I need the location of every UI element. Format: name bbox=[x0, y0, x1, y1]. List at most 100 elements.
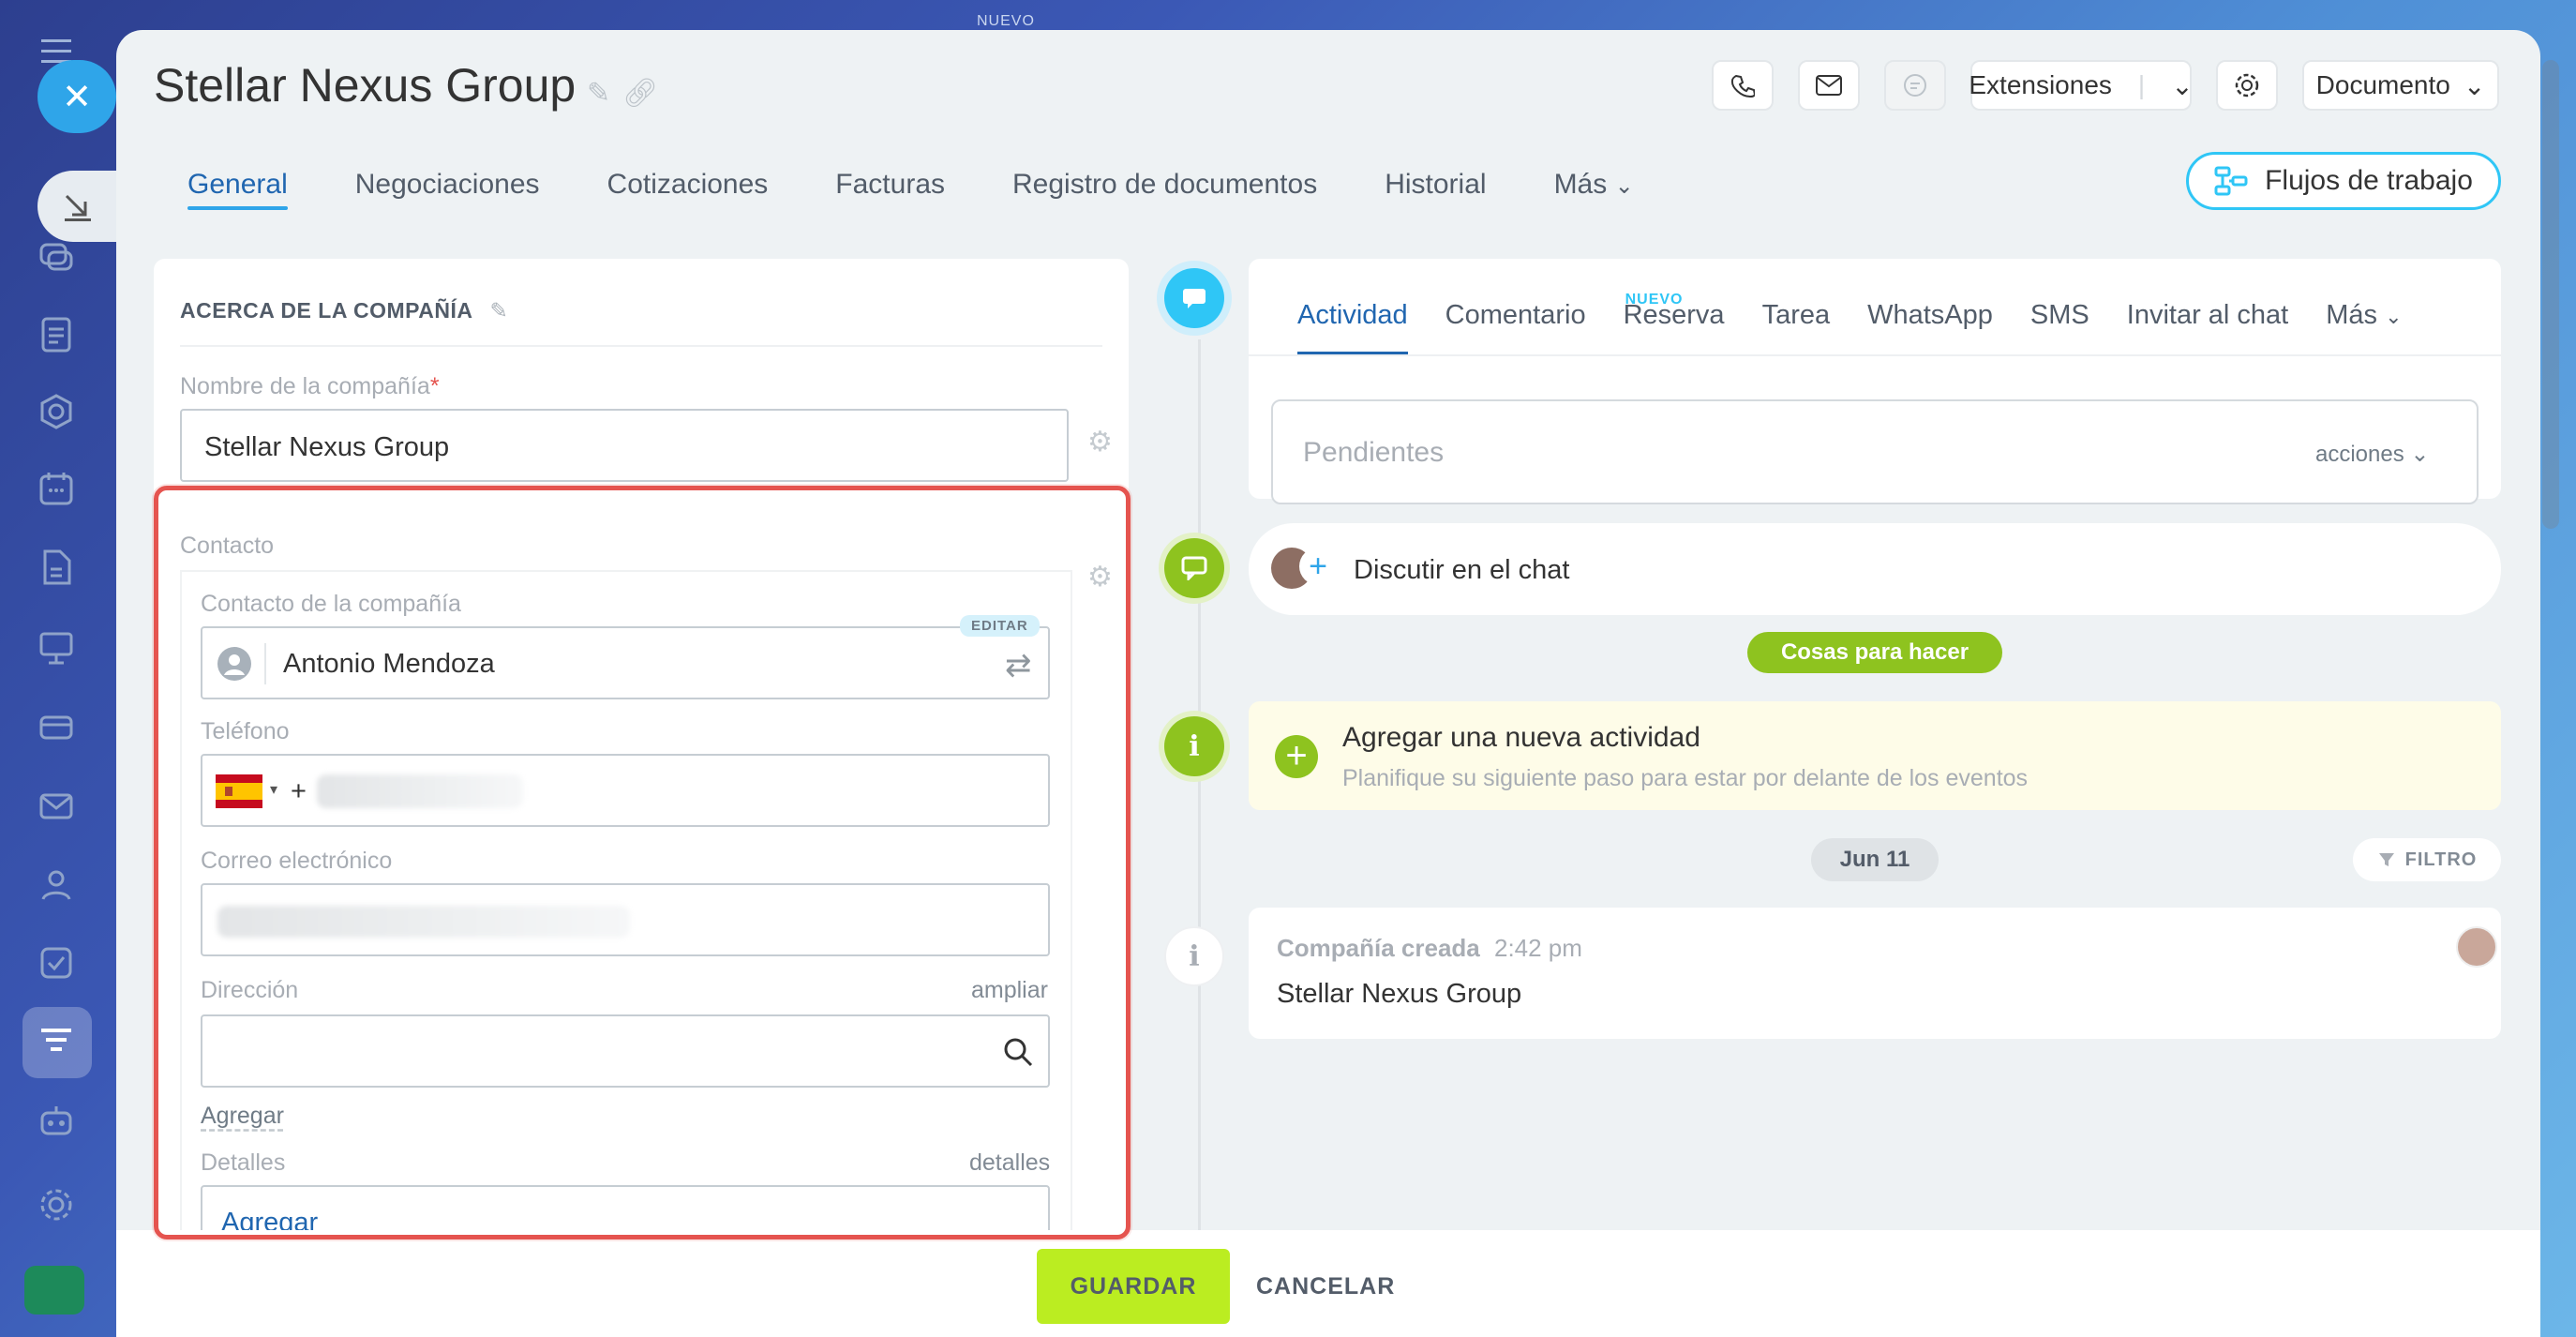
mail-icon[interactable] bbox=[33, 782, 80, 829]
created-time: 2:42 pm bbox=[1493, 934, 1582, 962]
tab-negociaciones[interactable]: Negociaciones bbox=[355, 161, 540, 218]
new-activity-title: Agregar una nueva actividad bbox=[1342, 722, 1700, 753]
pending-input[interactable]: Pendientes acciones ⌄ bbox=[1271, 399, 2479, 504]
document-icon[interactable] bbox=[33, 311, 80, 358]
tab-registro-documentos[interactable]: Registro de documentos bbox=[1012, 161, 1317, 218]
robot-icon[interactable] bbox=[33, 1097, 80, 1144]
tab-tarea[interactable]: Tarea bbox=[1762, 289, 1831, 354]
new-activity-card[interactable]: + Agregar una nueva actividad Planifique… bbox=[1249, 701, 2501, 810]
chat-bubble-icon bbox=[1904, 74, 1926, 97]
activity-tabs: Actividad Comentario NUEVO Reserva Tarea … bbox=[1297, 289, 2403, 354]
actions-dropdown[interactable]: acciones ⌄ bbox=[2315, 441, 2430, 468]
info-icon: i bbox=[1189, 729, 1200, 763]
gear-icon bbox=[2235, 73, 2259, 98]
workflows-button[interactable]: Flujos de trabajo bbox=[2186, 152, 2501, 210]
card-icon[interactable] bbox=[33, 703, 80, 750]
cancel-button[interactable]: CANCELAR bbox=[1256, 1249, 1395, 1324]
tab-more[interactable]: Más ⌄ bbox=[1554, 161, 1634, 218]
filter-label: FILTRO bbox=[2404, 849, 2478, 870]
page-title: Stellar Nexus Group bbox=[154, 59, 577, 112]
chevron-down-icon: ⌄ bbox=[1614, 173, 1634, 199]
add-circle-icon[interactable]: + bbox=[1275, 735, 1318, 778]
date-badge: Jun 11 bbox=[1811, 838, 1939, 881]
tab-reserva[interactable]: NUEVO Reserva bbox=[1624, 289, 1725, 354]
company-name-field[interactable]: Stellar Nexus Group bbox=[180, 409, 1069, 482]
tab-more-label: Más bbox=[2326, 300, 2378, 330]
chevron-down-icon: ⌄ bbox=[2410, 442, 2430, 467]
highlight-box bbox=[154, 486, 1131, 1239]
tab-whatsapp[interactable]: WhatsApp bbox=[1867, 289, 1993, 354]
left-rail: ✕ NUEVO bbox=[0, 0, 1034, 1337]
tab-cotizaciones[interactable]: Cotizaciones bbox=[607, 161, 769, 218]
link-icon[interactable]: 🔗︎ bbox=[622, 77, 658, 110]
tab-facturas[interactable]: Facturas bbox=[835, 161, 945, 218]
extensions-label: Extensiones bbox=[1969, 70, 2112, 99]
tab-general[interactable]: General bbox=[187, 161, 288, 218]
close-button[interactable]: ✕ bbox=[37, 60, 116, 133]
funnel-icon bbox=[2378, 853, 2394, 866]
discuss-chat-label: Discutir en el chat bbox=[1354, 555, 1570, 585]
tab-sms[interactable]: SMS bbox=[2030, 289, 2089, 354]
edit-pencil-icon[interactable]: ✎ bbox=[587, 77, 610, 110]
discuss-chat-row[interactable]: + Discutir en el chat bbox=[1249, 523, 2501, 615]
new-activity-subtitle: Planifique su siguiente paso para estar … bbox=[1342, 765, 2029, 791]
email-button[interactable] bbox=[1798, 60, 1860, 111]
tab-more[interactable]: Más ⌄ bbox=[2326, 289, 2402, 354]
chat-icon[interactable] bbox=[33, 234, 80, 281]
chevron-down-icon: ⌄ bbox=[2171, 70, 2194, 100]
tab-more-label: Más bbox=[1553, 169, 1608, 200]
document-dropdown[interactable]: Documento ⌄ bbox=[2302, 60, 2499, 111]
settings-icon[interactable] bbox=[33, 1181, 80, 1228]
gear-icon[interactable]: ⚙︎ bbox=[1087, 426, 1113, 458]
pending-placeholder: Pendientes bbox=[1303, 437, 1445, 468]
activity-editor: Actividad Comentario NUEVO Reserva Tarea … bbox=[1249, 259, 2501, 504]
section-title: ACERCA DE LA COMPAÑÍA ✎ bbox=[180, 298, 509, 323]
chevron-down-icon: ⌄ bbox=[2385, 305, 2403, 328]
workflows-label: Flujos de trabajo bbox=[2265, 165, 2473, 196]
chat-dot bbox=[1164, 538, 1224, 598]
calendar-icon[interactable] bbox=[33, 465, 80, 512]
checkbox-icon[interactable] bbox=[33, 939, 80, 986]
collapse-tab[interactable] bbox=[37, 171, 116, 242]
created-title: Compañía creada 2:42 pm bbox=[1277, 934, 1582, 962]
created-value: Stellar Nexus Group bbox=[1277, 979, 1522, 1009]
arrow-down-right-icon bbox=[65, 194, 91, 221]
filter-button[interactable]: FILTRO bbox=[2353, 838, 2501, 881]
avatar bbox=[2456, 926, 2497, 968]
company-name-value: Stellar Nexus Group bbox=[204, 432, 450, 462]
workflow-icon bbox=[2214, 166, 2248, 196]
plus-icon[interactable]: + bbox=[1299, 548, 1337, 585]
entity-tabs: General Negociaciones Cotizaciones Factu… bbox=[187, 161, 1634, 236]
settings-button[interactable] bbox=[2216, 60, 2278, 111]
new-badge: NUEVO bbox=[1625, 292, 1684, 308]
call-button[interactable] bbox=[1712, 60, 1774, 111]
divider bbox=[180, 345, 1102, 347]
activity-dot bbox=[1164, 268, 1224, 328]
chat-bubble-icon bbox=[1181, 556, 1207, 580]
presentation-icon[interactable] bbox=[33, 624, 80, 671]
chat-button[interactable] bbox=[1884, 60, 1946, 111]
message-icon bbox=[1183, 289, 1206, 308]
users-icon[interactable] bbox=[33, 861, 80, 908]
new-badge-top: NUEVO bbox=[977, 13, 1035, 29]
tab-actividad[interactable]: Actividad bbox=[1297, 289, 1408, 354]
tab-comentario[interactable]: Comentario bbox=[1445, 289, 1586, 354]
mail-icon bbox=[1816, 75, 1842, 96]
tab-historial[interactable]: Historial bbox=[1385, 161, 1486, 218]
extensions-dropdown[interactable]: Extensiones | ⌄ bbox=[1969, 60, 2194, 111]
save-button[interactable]: GUARDAR bbox=[1037, 1249, 1230, 1324]
tab-invitar-chat[interactable]: Invitar al chat bbox=[2127, 289, 2288, 354]
hexagon-icon[interactable] bbox=[33, 388, 80, 435]
phone-icon bbox=[1730, 74, 1755, 98]
app-icon[interactable] bbox=[24, 1266, 84, 1314]
info-icon: i bbox=[1189, 939, 1200, 973]
file-icon[interactable] bbox=[33, 544, 80, 591]
info-dot-gray: i bbox=[1164, 926, 1224, 986]
timeline-item-created: Compañía creada 2:42 pm Stellar Nexus Gr… bbox=[1249, 908, 2501, 1039]
chevron-down-icon: ⌄ bbox=[2463, 70, 2486, 100]
scrollbar[interactable] bbox=[2542, 60, 2559, 529]
todo-badge: Cosas para hacer bbox=[1747, 632, 2002, 673]
timeline-line bbox=[1198, 339, 1201, 1314]
funnel-icon[interactable] bbox=[33, 1018, 80, 1065]
edit-pencil-icon[interactable]: ✎ bbox=[490, 298, 509, 323]
